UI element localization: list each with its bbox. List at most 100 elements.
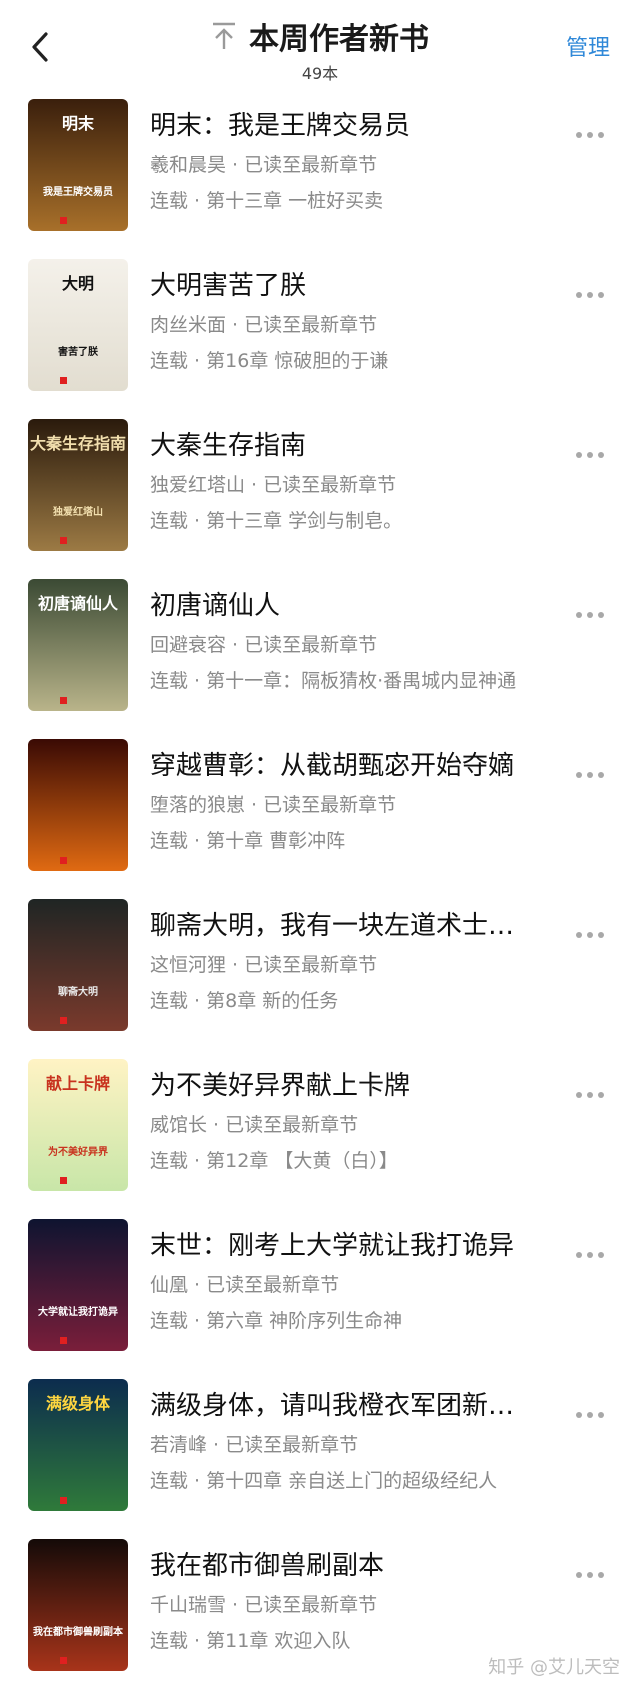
book-title[interactable]: 大秦生存指南 xyxy=(150,426,550,466)
book-list-item[interactable]: 大明 害苦了朕 大明害苦了朕 肉丝米面 · 已读至最新章节 连载 · 第16章 … xyxy=(0,253,640,413)
more-dots-icon xyxy=(576,292,582,298)
separator-dot: · xyxy=(245,794,264,816)
chapter-title: 第11章 欢迎入队 xyxy=(206,1630,351,1652)
chapter-title: 第十章 曹彰冲阵 xyxy=(206,830,346,852)
svg-text:害苦了朕: 害苦了朕 xyxy=(58,345,99,358)
book-cover[interactable] xyxy=(28,739,128,871)
serial-status: 连载 xyxy=(150,350,189,372)
more-dots-icon xyxy=(587,1252,593,1258)
manage-button[interactable]: 管理 xyxy=(566,30,610,62)
book-cover[interactable]: 明末 我是王牌交易员 xyxy=(28,99,128,231)
reading-status: 已读至最新章节 xyxy=(225,1114,359,1136)
more-options-button[interactable] xyxy=(576,923,612,938)
more-dots-icon xyxy=(587,1412,593,1418)
separator-dot: · xyxy=(188,670,207,692)
separator-dot: · xyxy=(188,1310,207,1332)
svg-text:初唐谪仙人: 初唐谪仙人 xyxy=(38,594,119,613)
book-latest-chapter: 连载 · 第12章 【大黄（白）】 xyxy=(150,1148,550,1174)
book-title[interactable]: 我在都市御兽刷副本 xyxy=(150,1546,550,1586)
more-options-button[interactable] xyxy=(576,603,612,618)
more-dots-icon xyxy=(576,1572,582,1578)
book-author: 仙凰 xyxy=(150,1274,189,1296)
serial-status: 连载 xyxy=(150,990,189,1012)
reading-status: 已读至最新章节 xyxy=(263,794,397,816)
chapter-title: 第8章 新的任务 xyxy=(206,990,339,1012)
book-latest-chapter: 连载 · 第六章 神阶序列生命神 xyxy=(150,1308,550,1334)
more-options-button[interactable] xyxy=(576,443,612,458)
reading-status: 已读至最新章节 xyxy=(244,954,378,976)
book-author-status: 威馆长 · 已读至最新章节 xyxy=(150,1112,550,1138)
more-dots-icon xyxy=(587,132,593,138)
svg-text:我是王牌交易员: 我是王牌交易员 xyxy=(43,185,113,198)
book-cover[interactable]: 大学就让我打诡异 xyxy=(28,1219,128,1351)
book-latest-chapter: 连载 · 第8章 新的任务 xyxy=(150,988,550,1014)
book-list-item[interactable]: 穿越曹彰：从截胡甄宓开始夺嫡 堕落的狼崽 · 已读至最新章节 连载 · 第十章 … xyxy=(0,733,640,893)
separator-dot: · xyxy=(188,1630,207,1652)
book-cover[interactable]: 大秦生存指南 独爱红塔山 xyxy=(28,419,128,551)
separator-dot: · xyxy=(245,474,264,496)
separator-dot: · xyxy=(226,154,245,176)
more-dots-icon xyxy=(598,612,604,618)
separator-dot: · xyxy=(188,1150,207,1172)
more-dots-icon xyxy=(587,1092,593,1098)
more-dots-icon xyxy=(587,452,593,458)
book-title[interactable]: 聊斋大明，我有一块左道术士… xyxy=(150,906,550,946)
book-title[interactable]: 大明害苦了朕 xyxy=(150,266,550,306)
book-list-item[interactable]: 大秦生存指南 独爱红塔山 大秦生存指南 独爱红塔山 · 已读至最新章节 连载 ·… xyxy=(0,413,640,573)
more-options-button[interactable] xyxy=(576,1083,612,1098)
book-title[interactable]: 穿越曹彰：从截胡甄宓开始夺嫡 xyxy=(150,746,550,786)
more-dots-icon xyxy=(598,772,604,778)
book-cover[interactable]: 初唐谪仙人 xyxy=(28,579,128,711)
separator-dot: · xyxy=(188,510,207,532)
svg-text:大学就让我打诡异: 大学就让我打诡异 xyxy=(38,1305,118,1318)
book-title[interactable]: 初唐谪仙人 xyxy=(150,586,550,626)
book-cover[interactable]: 献上卡牌 为不美好异界 xyxy=(28,1059,128,1191)
more-dots-icon xyxy=(598,932,604,938)
reading-status: 已读至最新章节 xyxy=(244,634,378,656)
book-list-item[interactable]: 聊斋大明 聊斋大明，我有一块左道术士… 这恒河狸 · 已读至最新章节 连载 · … xyxy=(0,893,640,1053)
book-author: 羲和晨昊 xyxy=(150,154,227,176)
more-options-button[interactable] xyxy=(576,123,612,138)
separator-dot: · xyxy=(226,314,245,336)
book-list-item[interactable]: 大学就让我打诡异 末世：刚考上大学就让我打诡异 仙凰 · 已读至最新章节 连载 … xyxy=(0,1213,640,1373)
more-options-button[interactable] xyxy=(576,1243,612,1258)
book-title[interactable]: 满级身体，请叫我橙衣军团新… xyxy=(150,1386,550,1426)
book-cover[interactable]: 我在都市御兽刷副本 xyxy=(28,1539,128,1671)
more-options-button[interactable] xyxy=(576,1563,612,1578)
book-latest-chapter: 连载 · 第十三章 学剑与制皂。 xyxy=(150,508,550,534)
separator-dot: · xyxy=(188,350,207,372)
chapter-title: 第十四章 亲自送上门的超级经纪人 xyxy=(206,1470,498,1492)
book-title[interactable]: 末世：刚考上大学就让我打诡异 xyxy=(150,1226,550,1266)
book-cover[interactable]: 大明 害苦了朕 xyxy=(28,259,128,391)
chapter-title: 第16章 惊破胆的于谦 xyxy=(206,350,389,372)
more-dots-icon xyxy=(598,1572,604,1578)
more-options-button[interactable] xyxy=(576,283,612,298)
chapter-title: 第十三章 学剑与制皂。 xyxy=(206,510,403,532)
reading-status: 已读至最新章节 xyxy=(206,1274,340,1296)
reading-status: 已读至最新章节 xyxy=(225,1434,359,1456)
more-dots-icon xyxy=(576,452,582,458)
book-author: 若清峰 xyxy=(150,1434,208,1456)
more-dots-icon xyxy=(587,772,593,778)
book-title[interactable]: 明末：我是王牌交易员 xyxy=(150,106,550,146)
book-cover[interactable]: 聊斋大明 xyxy=(28,899,128,1031)
more-dots-icon xyxy=(587,932,593,938)
book-author: 肉丝米面 xyxy=(150,314,227,336)
scroll-to-top-icon[interactable] xyxy=(211,21,237,51)
book-cover[interactable]: 满级身体 xyxy=(28,1379,128,1511)
more-dots-icon xyxy=(598,452,604,458)
top-bar: 本周作者新书 49本 管理 xyxy=(0,0,640,88)
book-author: 独爱红塔山 xyxy=(150,474,246,496)
more-options-button[interactable] xyxy=(576,1403,612,1418)
more-dots-icon xyxy=(576,772,582,778)
book-list-item[interactable]: 明末 我是王牌交易员 明末：我是王牌交易员 羲和晨昊 · 已读至最新章节 连载 … xyxy=(0,93,640,253)
more-dots-icon xyxy=(576,1092,582,1098)
book-author-status: 这恒河狸 · 已读至最新章节 xyxy=(150,952,550,978)
book-latest-chapter: 连载 · 第11章 欢迎入队 xyxy=(150,1628,550,1654)
book-list-item[interactable]: 初唐谪仙人 初唐谪仙人 回避衰容 · 已读至最新章节 连载 · 第十一章：隔板猜… xyxy=(0,573,640,733)
book-list-item[interactable]: 献上卡牌 为不美好异界 为不美好异界献上卡牌 威馆长 · 已读至最新章节 连载 … xyxy=(0,1053,640,1213)
more-options-button[interactable] xyxy=(576,763,612,778)
book-list-item[interactable]: 满级身体 满级身体，请叫我橙衣军团新… 若清峰 · 已读至最新章节 连载 · 第… xyxy=(0,1373,640,1533)
book-title[interactable]: 为不美好异界献上卡牌 xyxy=(150,1066,550,1106)
book-author-status: 肉丝米面 · 已读至最新章节 xyxy=(150,312,550,338)
